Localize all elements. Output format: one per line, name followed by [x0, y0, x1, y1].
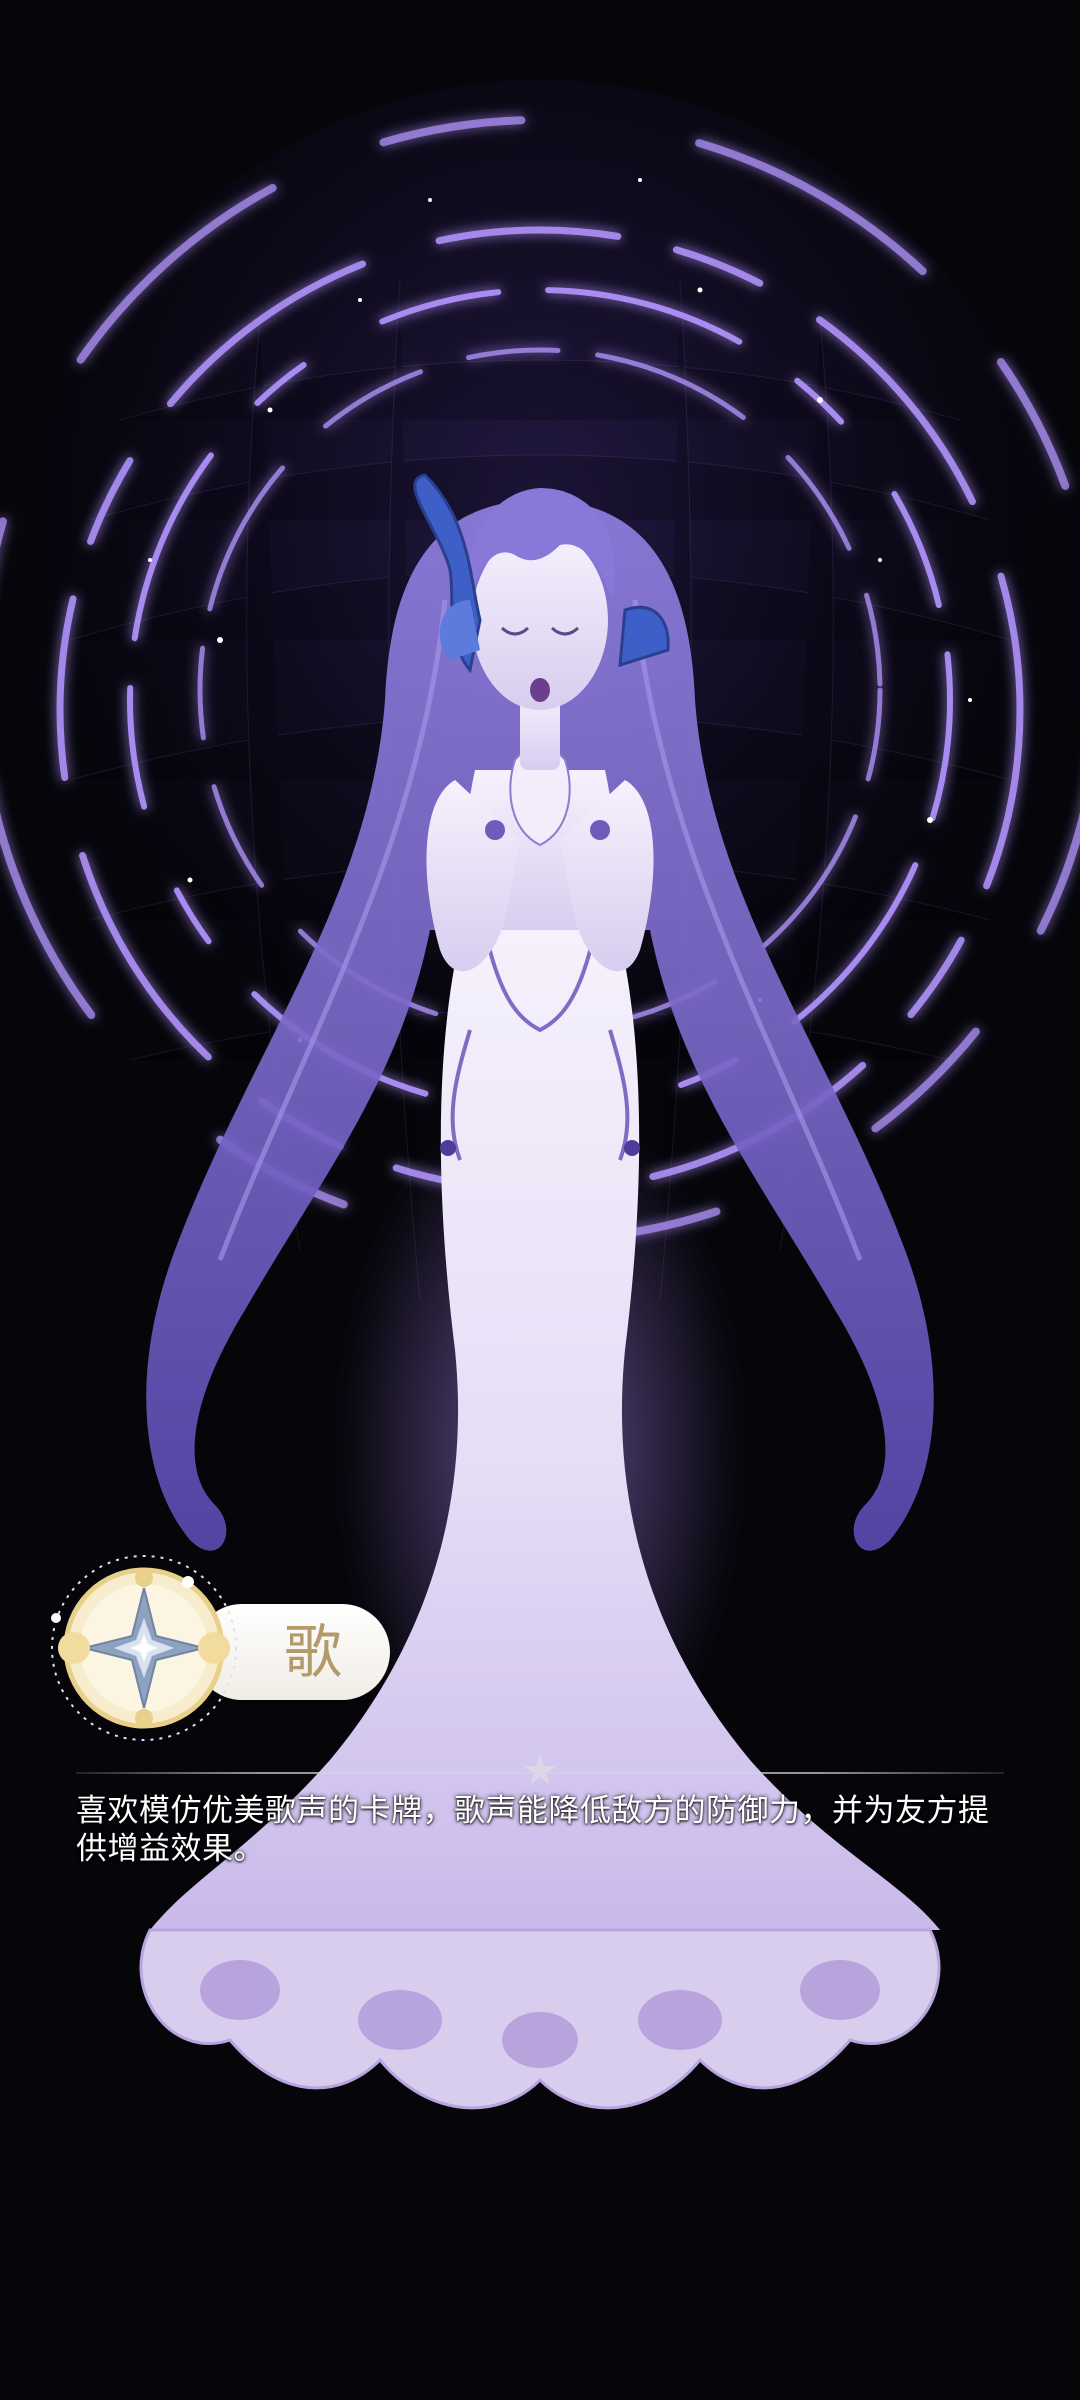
card-name-label: 歌: [284, 1618, 343, 1686]
star-icon: [524, 1754, 556, 1785]
card-character-illustration: [0, 0, 1080, 2400]
compass-star-emblem-icon: [51, 1555, 237, 1741]
card-detail-screen: 歌 喜欢模仿优美歌声的卡牌，歌声能降低敌方的防御力，并为友方提供增益效果。: [0, 0, 1080, 2400]
card-name-badge: 歌: [44, 1548, 390, 1748]
card-description: 喜欢模仿优美歌声的卡牌，歌声能降低敌方的防御力，并为友方提供增益效果。: [76, 1793, 990, 1867]
